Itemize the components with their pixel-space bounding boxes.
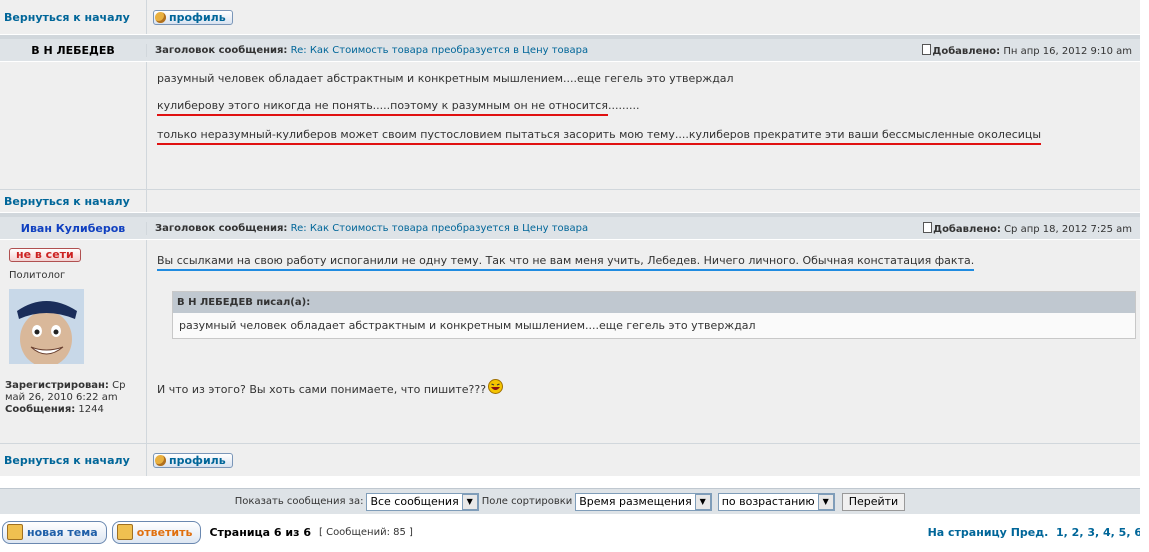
profile-button[interactable]: профиль — [153, 452, 233, 468]
avatar — [9, 289, 84, 367]
show-label: Показать сообщения за: — [234, 496, 364, 507]
back-cell: Вернуться к началу — [0, 0, 147, 34]
new-topic-icon — [7, 524, 23, 540]
reply-icon — [116, 524, 133, 540]
messages-count: [ Сообщений: 85 ] — [319, 526, 413, 538]
subject-link[interactable]: Re: Как Стоимость товара преобразуется в… — [291, 223, 589, 234]
page-link[interactable]: 5 — [1119, 526, 1127, 539]
back-to-top-link[interactable]: Вернуться к началу — [0, 195, 130, 208]
status-badge[interactable]: не в сети — [9, 248, 81, 262]
post-line: Вы ссылками на свою работу испоганили не… — [157, 254, 1140, 271]
pagination: На страницу Пред. 1, 2, 3, 4, 5, 6 — [927, 525, 1142, 539]
post-author[interactable]: В Н ЛЕБЕДЕВ — [0, 43, 147, 57]
post-date: Добавлено: Пн апр 16, 2012 9:10 am — [922, 43, 1132, 57]
post-icon — [923, 221, 933, 233]
post-line: И что из этого? Вы хоть сами понимаете, … — [157, 379, 1140, 396]
page-link[interactable]: 4 — [1103, 526, 1111, 539]
post-subject: Заголовок сообщения: Re: Как Стоимость т… — [155, 44, 589, 56]
underlined-text: кулиберову этого никогда не понять.....п… — [157, 99, 608, 116]
author-info: не в сети Политолог Зарегистрирован: Ср … — [0, 240, 147, 443]
profile-cell: профиль — [147, 0, 1140, 34]
quote-text: разумный человек обладает абстрактным и … — [173, 313, 1135, 338]
profile-icon — [155, 454, 166, 466]
chevron-down-icon: ▼ — [817, 493, 834, 510]
sort-select[interactable]: Время размещения ▼ — [575, 492, 712, 511]
post-header: Заголовок сообщения: Re: Как Стоимость т… — [147, 43, 1140, 57]
post-line: только неразумный-кулиберов может своим … — [157, 128, 1140, 145]
underlined-text: Вы ссылками на свою работу испоганили не… — [157, 254, 975, 271]
post-icon — [922, 43, 932, 55]
reply-button[interactable]: ответить — [111, 520, 202, 544]
back-cell: Вернуться к началу — [0, 190, 147, 212]
underlined-text: только неразумный-кулиберов может своим … — [157, 128, 1042, 145]
page-margin — [1140, 0, 1149, 552]
profile-cell: профиль — [147, 444, 1140, 476]
order-select[interactable]: по возрастанию ▼ — [717, 492, 835, 511]
post-header-row: Иван Кулиберов Заголовок сообщения: Re: … — [0, 217, 1140, 240]
author-registered: Зарегистрирован: Ср май 26, 2010 6:22 am… — [5, 380, 126, 415]
new-topic-button[interactable]: новая тема — [2, 520, 107, 544]
page-link[interactable]: 3 — [1087, 526, 1095, 539]
subject-link[interactable]: Re: Как Стоимость товара преобразуется в… — [291, 45, 589, 56]
post-content: разумный человек обладает абстрактным и … — [147, 62, 1140, 189]
post-author[interactable]: Иван Кулиберов — [0, 221, 147, 235]
laughing-smiley-icon — [488, 379, 504, 394]
post-footer-row: Вернуться к началу профиль — [0, 0, 1140, 34]
show-select[interactable]: Все сообщения ▼ — [366, 492, 479, 511]
quote-title: В Н ЛЕБЕДЕВ писал(а): — [173, 292, 1135, 313]
post-header-row: В Н ЛЕБЕДЕВ Заголовок сообщения: Re: Как… — [0, 39, 1140, 62]
prev-page-link[interactable]: Пред. — [1011, 526, 1049, 539]
back-to-top-link[interactable]: Вернуться к началу — [0, 11, 130, 24]
page-link[interactable]: 2 — [1072, 526, 1080, 539]
post-content: Вы ссылками на свою работу испоганили не… — [147, 240, 1140, 443]
post-subject: Заголовок сообщения: Re: Как Стоимость т… — [155, 222, 589, 234]
sort-label: Поле сортировки — [481, 496, 573, 507]
post-header: Заголовок сообщения: Re: Как Стоимость т… — [147, 221, 1140, 235]
profile-button[interactable]: профиль — [153, 9, 233, 25]
post-footer-row: Вернуться к началу — [0, 189, 1140, 212]
go-button[interactable]: Перейти — [841, 492, 906, 511]
author-rank: Политолог — [9, 270, 66, 281]
display-options-bar: Показать сообщения за: Все сообщения ▼ По… — [0, 488, 1140, 514]
back-to-top-link[interactable]: Вернуться к началу — [0, 454, 130, 467]
post-line: разумный человек обладает абстрактным и … — [157, 72, 734, 85]
page-info: Страница 6 из 6 — [209, 525, 311, 539]
forum-topic: Вернуться к началу профиль В Н ЛЕБЕДЕВ З… — [0, 0, 1140, 476]
post-date: Добавлено: Ср апр 18, 2012 7:25 am — [923, 221, 1132, 235]
profile-cell — [147, 190, 1140, 212]
author-info — [0, 62, 147, 189]
quote-box: В Н ЛЕБЕДЕВ писал(а): разумный человек о… — [172, 291, 1136, 339]
back-cell: Вернуться к началу — [0, 444, 147, 476]
profile-icon — [155, 11, 166, 23]
chevron-down-icon: ▼ — [461, 493, 478, 510]
page-link[interactable]: 1 — [1056, 526, 1064, 539]
post-line: кулиберову этого никогда не понять.....п… — [157, 99, 1140, 116]
post-body-row: разумный человек обладает абстрактным и … — [0, 62, 1140, 189]
chevron-down-icon: ▼ — [694, 493, 711, 510]
post-footer-row: Вернуться к началу профиль — [0, 443, 1140, 476]
post-body-row: не в сети Политолог Зарегистрирован: Ср … — [0, 240, 1140, 443]
page-footer: новая тема ответить Страница 6 из 6 [ Со… — [2, 519, 1142, 545]
